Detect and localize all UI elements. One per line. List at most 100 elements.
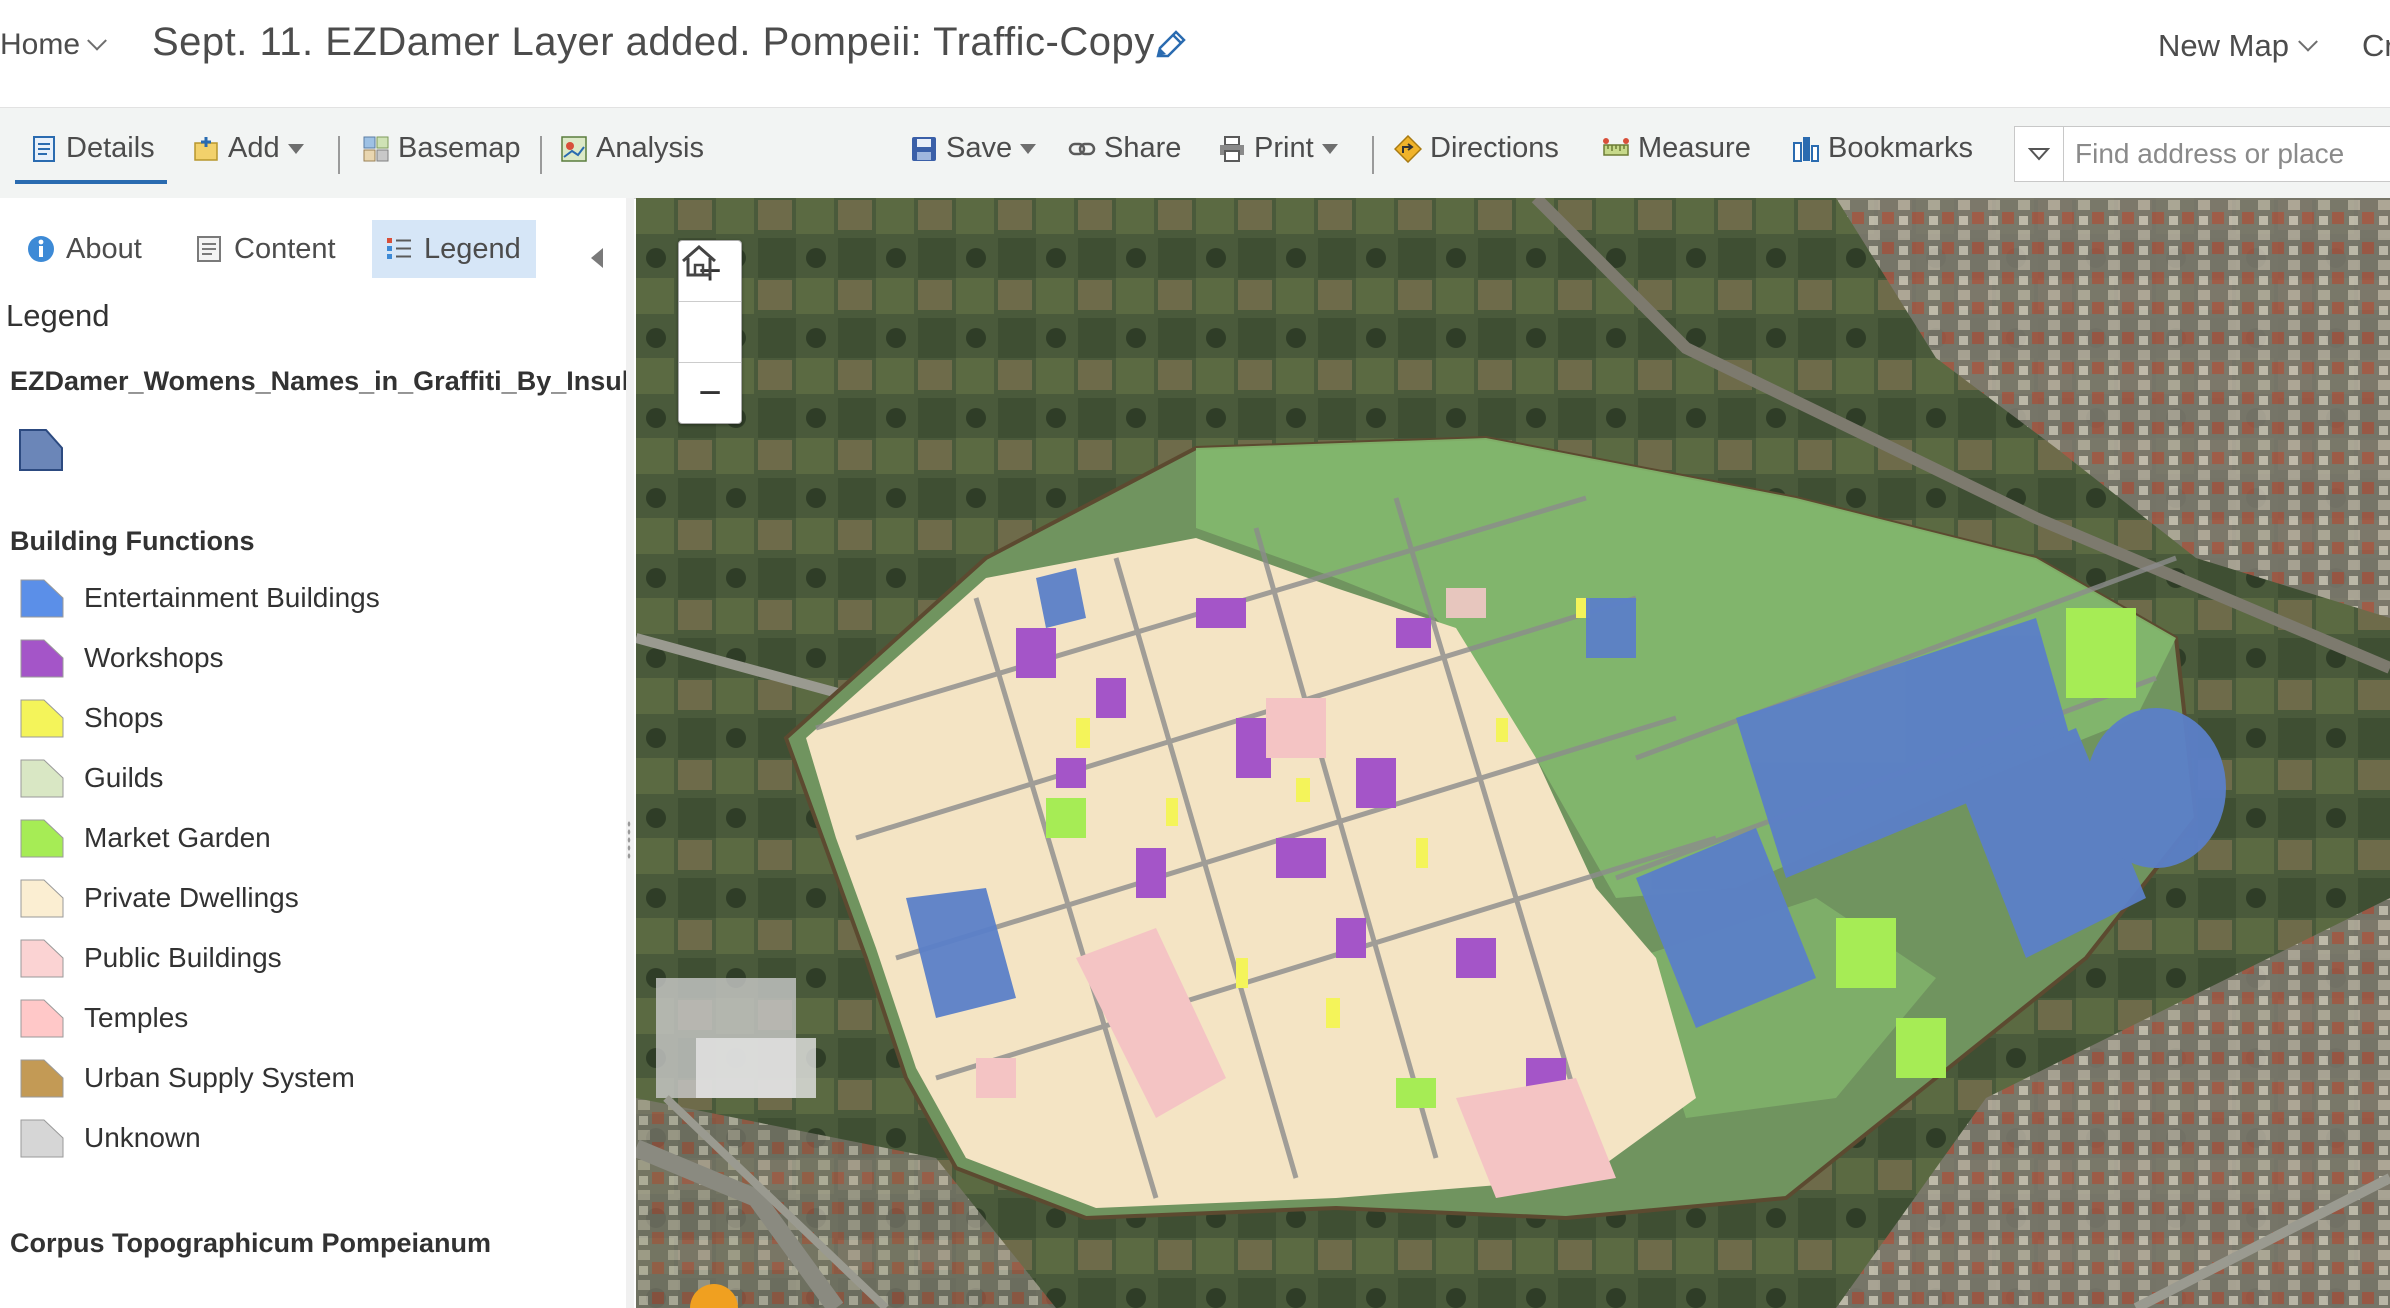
legend-item: Entertainment Buildings (20, 576, 380, 620)
legend-item: Urban Supply System (20, 1056, 355, 1100)
tab-legend-label: Legend (424, 232, 521, 265)
new-map-menu[interactable]: New Map (2158, 28, 2318, 64)
legend-item-label: Workshops (84, 642, 224, 673)
measure-button[interactable]: Measure (1602, 132, 1751, 165)
legend-swatch (20, 1119, 64, 1158)
legend-item: Temples (20, 996, 188, 1040)
legend-swatch (20, 759, 64, 798)
collapse-panel-icon[interactable] (591, 248, 603, 268)
details-button[interactable]: Details (30, 132, 155, 165)
legend-swatch (20, 579, 64, 618)
legend-swatch (20, 699, 64, 738)
bookmarks-button[interactable]: Bookmarks (1792, 132, 1973, 165)
legend-item-label: Shops (84, 702, 164, 733)
legend-item: Workshops (20, 636, 224, 680)
details-icon (33, 135, 55, 162)
tab-content[interactable]: Content (182, 220, 348, 278)
analysis-label: Analysis (596, 132, 704, 164)
legend-item-label: Market Garden (84, 822, 271, 853)
chevron-down-icon (1020, 143, 1037, 154)
content-list-icon (197, 236, 221, 262)
chevron-down-icon (287, 143, 304, 154)
basemap-button[interactable]: Basemap (362, 132, 521, 165)
home-extent-button[interactable] (679, 245, 741, 363)
zoom-out-button[interactable]: − (679, 363, 741, 423)
save-disk-icon (912, 136, 936, 161)
details-label: Details (66, 132, 155, 164)
chevron-down-icon (1321, 143, 1338, 154)
share-button[interactable]: Share (1068, 132, 1181, 165)
share-link-icon (1068, 142, 1096, 155)
layer-title-corpus: Corpus Topographicum Pompeianum (10, 1228, 492, 1258)
top-header: Home Sept. 11. EZDamer Layer added. Pomp… (0, 0, 2390, 107)
legend-item: Public Buildings (20, 936, 282, 980)
details-active-indicator (15, 180, 167, 184)
info-icon (28, 236, 54, 262)
analysis-icon (561, 135, 587, 162)
legend-swatch (20, 999, 64, 1038)
tab-legend[interactable]: Legend (372, 220, 536, 278)
legend-item: Unknown (20, 1116, 201, 1160)
pencil-icon[interactable] (1152, 28, 1188, 64)
legend-swatch (20, 1059, 64, 1098)
search-input[interactable] (2065, 127, 2390, 181)
directions-label: Directions (1430, 132, 1559, 164)
directions-button[interactable]: Directions (1394, 132, 1559, 165)
legend-list-icon (387, 238, 411, 259)
basemap-grid-icon (363, 136, 389, 161)
add-button[interactable]: Add (192, 132, 304, 165)
share-label: Share (1104, 132, 1182, 164)
legend-item-label: Public Buildings (84, 942, 282, 973)
analysis-button[interactable]: Analysis (560, 132, 704, 165)
panel-tabs: About Content Legend (0, 216, 626, 278)
legend-item-label: Urban Supply System (84, 1062, 355, 1093)
search-box (2014, 126, 2390, 182)
tab-content-label: Content (234, 232, 336, 265)
save-button[interactable]: Save (910, 132, 1037, 165)
side-panel: About Content Legend Legend EZDamer_Wome… (0, 198, 628, 1308)
legend-item: Private Dwellings (20, 876, 299, 920)
splitter-grip-icon[interactable] (627, 820, 631, 860)
print-button[interactable]: Print (1218, 132, 1338, 165)
measure-label: Measure (1638, 132, 1751, 164)
chevron-down-icon (2298, 31, 2318, 52)
legend-item: Market Garden (20, 816, 271, 860)
save-label: Save (946, 132, 1013, 164)
new-map-label: New Map (2158, 28, 2289, 63)
chevron-down-icon (2028, 148, 2050, 161)
legend-item-label: Unknown (84, 1122, 201, 1153)
toolbar-divider (338, 136, 340, 174)
basemap-label: Basemap (398, 132, 521, 164)
legend-swatch (20, 819, 64, 858)
search-source-dropdown[interactable] (2015, 127, 2064, 181)
bookmarks-label: Bookmarks (1828, 132, 1974, 164)
zoom-control: + − (678, 240, 742, 424)
legend-swatch (20, 939, 64, 978)
legend-heading: Legend (6, 298, 110, 333)
print-label: Print (1254, 132, 1314, 164)
legend-item: Shops (20, 696, 163, 740)
legend-swatch (20, 879, 64, 918)
legend-item-label: Private Dwellings (84, 882, 299, 913)
legend-item-label: Entertainment Buildings (84, 582, 380, 613)
chevron-down-icon (87, 30, 107, 51)
add-label: Add (228, 132, 280, 164)
map-view[interactable]: + − (636, 198, 2390, 1308)
toolbar: Details Add Basemap Analysis Save Share … (0, 107, 2390, 199)
directions-sign-icon (1394, 134, 1422, 163)
home-label: Home (0, 28, 81, 61)
legend-item-label: Temples (84, 1002, 189, 1033)
section-building-functions: Building Functions (10, 526, 255, 556)
panel-splitter[interactable] (626, 198, 634, 1308)
legend-swatch (20, 639, 64, 678)
legend-item-label: Guilds (84, 762, 164, 793)
bookmarks-icon (1793, 136, 1819, 162)
toolbar-divider (1372, 136, 1374, 174)
create-menu-truncated[interactable]: Cr (2362, 28, 2390, 64)
tab-about-label: About (66, 232, 142, 265)
graffiti-polygon-swatch (19, 429, 63, 471)
measure-ruler-icon (1603, 137, 1629, 156)
home-menu[interactable]: Home (0, 28, 107, 62)
satellite-map-canvas (636, 198, 2390, 1308)
tab-about[interactable]: About (14, 220, 154, 278)
